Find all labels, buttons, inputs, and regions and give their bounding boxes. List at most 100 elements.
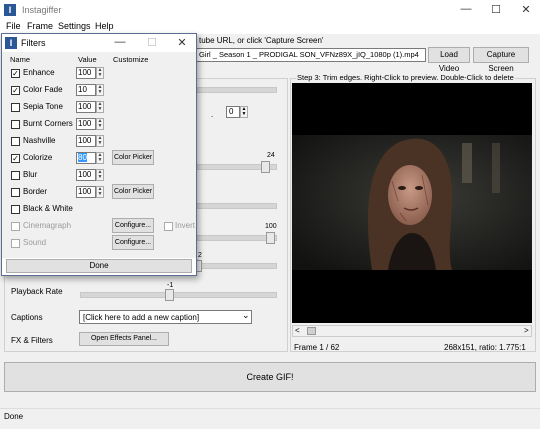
frame-scroll-thumb[interactable]: [307, 327, 316, 335]
instagiffer-logo-icon: I: [4, 4, 16, 16]
time-spinner-value[interactable]: 0: [226, 106, 240, 118]
color-fade-label: Color Fade: [23, 85, 63, 94]
sepia-tone-value[interactable]: 100: [76, 101, 96, 113]
enhance-value[interactable]: 100: [76, 67, 96, 79]
burnt-corners-value-spinner[interactable]: 100 ▲ ▼: [76, 118, 105, 130]
border-checkbox[interactable]: [11, 188, 20, 197]
minimize-icon[interactable]: —: [456, 3, 476, 15]
sound-configure-button[interactable]: Configure...: [112, 235, 154, 250]
colorize-value-spinner[interactable]: 80 ▲ ▼: [76, 152, 105, 164]
slider1-value: 24: [267, 152, 275, 159]
blur-checkbox[interactable]: [11, 171, 20, 180]
scroll-left-icon[interactable]: <: [295, 326, 300, 336]
border-label: Border: [23, 187, 48, 196]
color-fade-checkbox[interactable]: ✓: [11, 86, 20, 95]
menu-frame[interactable]: Frame: [27, 21, 53, 31]
spin-down-icon[interactable]: ▼: [98, 140, 103, 146]
colorize-checkbox[interactable]: ✓: [11, 154, 20, 163]
sepia-tone-checkbox[interactable]: [11, 103, 20, 112]
playback-rate-track[interactable]: [80, 292, 277, 298]
filters-close-icon[interactable]: ✕: [172, 36, 192, 49]
scroll-right-icon[interactable]: >: [524, 326, 529, 336]
cinemagraph-configure-button[interactable]: Configure...: [112, 218, 154, 233]
nashville-value-spinner[interactable]: 100 ▲ ▼: [76, 135, 105, 147]
sound-checkbox: [11, 239, 20, 248]
header-customize: Customize: [113, 55, 149, 64]
color-fade-value[interactable]: 10: [76, 84, 96, 96]
burnt-corners-value[interactable]: 100: [76, 118, 96, 130]
sound-label: Sound: [23, 238, 47, 247]
slider1-thumb[interactable]: [260, 161, 270, 173]
spin-down-icon[interactable]: ▼: [98, 123, 103, 129]
filters-title: Filters: [21, 38, 46, 48]
load-video-button[interactable]: Load Video: [428, 47, 470, 73]
chevron-down-icon: ⌄: [242, 310, 250, 320]
spin-down-icon[interactable]: ▼: [98, 106, 103, 112]
time-spinner[interactable]: 0 ▲ ▼: [226, 106, 248, 118]
menu-help[interactable]: Help: [95, 21, 114, 31]
spin-down-icon[interactable]: ▼: [98, 157, 103, 163]
close-icon[interactable]: ✕: [516, 3, 536, 16]
color-fade-value-spinner[interactable]: 10 ▲ ▼: [76, 84, 105, 96]
border-value-spinner[interactable]: 100 ▲ ▼: [76, 186, 105, 198]
slider3-value: 2: [198, 252, 202, 259]
menu-settings[interactable]: Settings: [58, 21, 91, 31]
maximize-icon[interactable]: ☐: [486, 3, 506, 16]
captions-label: Captions: [11, 313, 43, 322]
header-name: Name: [10, 55, 31, 64]
menu-file[interactable]: File: [6, 21, 21, 31]
filters-done-button[interactable]: Done: [6, 259, 192, 273]
captions-dropdown[interactable]: [Click here to add a new caption] ⌄: [79, 310, 252, 324]
border-value[interactable]: 100: [76, 186, 96, 198]
black-white-checkbox[interactable]: [11, 205, 20, 214]
cinemagraph-checkbox: [11, 222, 20, 231]
status-text: Done: [4, 412, 24, 421]
slider2-thumb[interactable]: [265, 232, 275, 244]
video-path-input[interactable]: Girl _ Season 1 _ PRODIGAL SON_VFNz89X_j…: [196, 48, 426, 62]
video-frame-image: [292, 135, 532, 270]
preview-canvas[interactable]: [292, 83, 532, 323]
filters-maximize-icon: ☐: [147, 37, 157, 49]
burnt-corners-label: Burnt Corners: [23, 119, 73, 128]
enhance-value-spinner[interactable]: 100 ▲ ▼: [76, 67, 105, 79]
blur-value[interactable]: 100: [76, 169, 96, 181]
filters-minimize-icon[interactable]: —: [110, 36, 130, 48]
captions-value: [Click here to add a new caption]: [83, 313, 200, 322]
blur-label: Blur: [23, 170, 38, 179]
sepia-tone-value-spinner[interactable]: 100 ▲ ▼: [76, 101, 105, 113]
nashville-value[interactable]: 100: [76, 135, 96, 147]
slider2-value: 100: [265, 223, 277, 230]
frame-size-ratio: 268x151, ratio: 1.775:1: [444, 343, 526, 352]
spin-down-icon[interactable]: ▼: [242, 111, 247, 117]
frame-scrollbar[interactable]: < >: [292, 325, 532, 337]
step3-label: Step 3: Trim edges. Right-Click to previ…: [296, 73, 515, 82]
spin-down-icon[interactable]: ▼: [98, 72, 103, 78]
settings-slider-top-track[interactable]: [197, 87, 277, 93]
open-effects-panel-button[interactable]: Open Effects Panel...: [79, 332, 169, 346]
enhance-checkbox[interactable]: ✓: [11, 69, 20, 78]
colorize-value[interactable]: 80: [76, 152, 96, 164]
nashville-checkbox[interactable]: [11, 137, 20, 146]
playback-rate-label: Playback Rate: [11, 287, 63, 296]
spin-down-icon[interactable]: ▼: [98, 191, 103, 197]
playback-rate-value: -1: [167, 282, 174, 289]
spin-down-icon[interactable]: ▼: [98, 174, 103, 180]
filters-dialog: I Filters — ☐ ✕ Name Value Customize ✓ En…: [1, 33, 197, 276]
border-color-picker-button[interactable]: Color Picker: [112, 184, 154, 199]
burnt-corners-checkbox[interactable]: [11, 120, 20, 129]
invert-label: Invert: [175, 221, 196, 230]
status-bar: [0, 408, 540, 429]
header-value: Value: [78, 55, 97, 64]
spin-down-icon[interactable]: ▼: [98, 89, 103, 95]
frame-counter: Frame 1 / 62: [294, 343, 340, 352]
colorize-color-picker-button[interactable]: Color Picker: [112, 150, 154, 165]
source-hint: tube URL, or click 'Capture Screen': [199, 36, 324, 45]
fx-filters-label: FX & Filters: [11, 336, 53, 345]
cinemagraph-label: Cinemagraph: [23, 221, 72, 230]
capture-screen-button[interactable]: Capture Screen: [473, 47, 529, 73]
blur-value-spinner[interactable]: 100 ▲ ▼: [76, 169, 105, 181]
create-gif-button[interactable]: Create GIF!: [4, 362, 536, 392]
playback-rate-thumb[interactable]: [164, 289, 174, 301]
instagiffer-logo-icon: I: [5, 37, 17, 49]
slider-mid-track[interactable]: [197, 203, 277, 209]
